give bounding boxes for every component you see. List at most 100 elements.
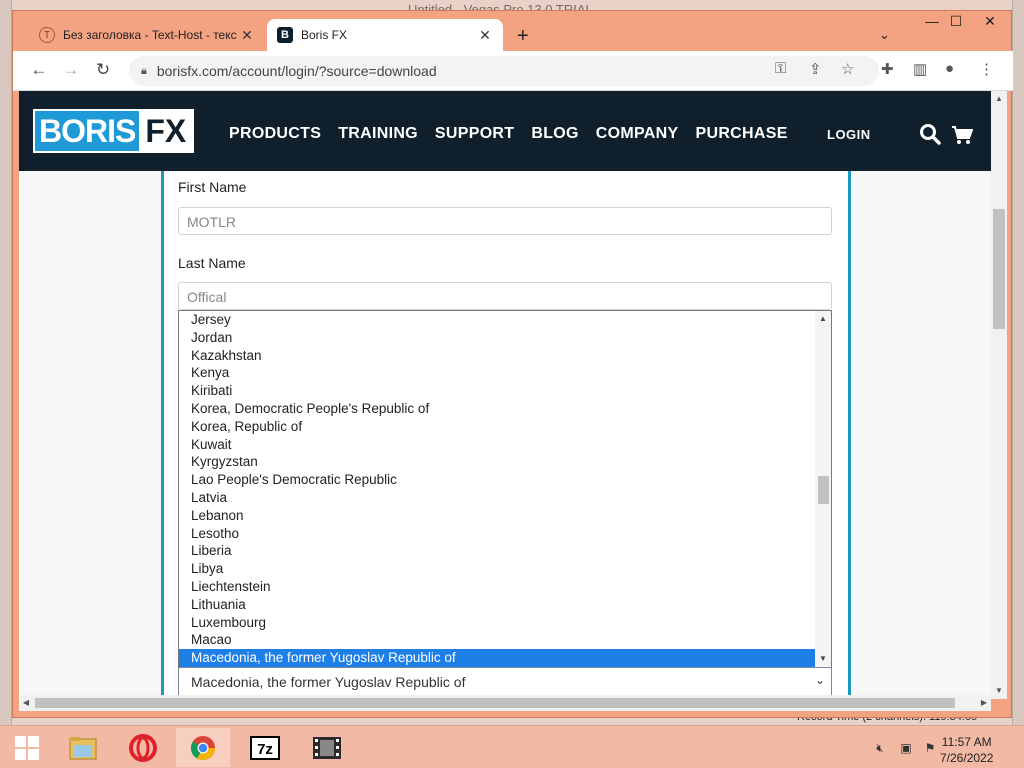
first-name-label: First Name: [178, 179, 247, 195]
reload-icon[interactable]: ↻: [91, 60, 115, 82]
last-name-label: Last Name: [178, 255, 246, 271]
side-panel-icon[interactable]: ▥: [913, 60, 927, 78]
cart-icon[interactable]: [951, 125, 973, 145]
address-bar[interactable]: 🔒︎ borisfx.com/account/login/?source=dow…: [129, 56, 879, 86]
country-option[interactable]: Lebanon: [179, 507, 831, 525]
page-horizontal-scrollbar[interactable]: ◀ ▶: [19, 695, 991, 711]
text-host-icon: T: [39, 27, 55, 43]
page-hscroll-thumb[interactable]: [35, 698, 955, 708]
country-option[interactable]: Kenya: [179, 364, 831, 382]
country-option[interactable]: Kyrgyzstan: [179, 453, 831, 471]
start-button[interactable]: [0, 728, 54, 767]
dropdown-scrollbar[interactable]: ▲ ▼: [815, 311, 831, 667]
logo-fx: FX: [139, 111, 193, 151]
background-app-left-panel: [0, 0, 12, 725]
close-window-button[interactable]: ✕: [973, 13, 1007, 35]
country-option[interactable]: Korea, Democratic People's Republic of: [179, 400, 831, 418]
borisfx-icon: B: [277, 27, 293, 43]
clock-date: 7/26/2022: [940, 751, 994, 765]
bookmark-star-icon[interactable]: ☆: [841, 60, 854, 78]
nav-purchase[interactable]: PURCHASE: [696, 125, 788, 143]
tab-strip: T Без заголовка - Text-Host - текс ✕ B B…: [13, 11, 1013, 51]
scroll-up-arrow-icon[interactable]: ▲: [815, 311, 831, 327]
country-options: Jersey Jordan Kazakhstan Kenya Kiribati Korea…: [179, 311, 831, 667]
network-icon[interactable]: ▣: [898, 741, 914, 755]
menu-kebab-icon[interactable]: ⋮: [979, 60, 994, 78]
country-option[interactable]: Kiribati: [179, 382, 831, 400]
login-link[interactable]: LOGIN: [827, 127, 871, 142]
logo-boris: BORIS: [35, 111, 140, 151]
country-select[interactable]: Macedonia, the former Yugoslav Republic …: [178, 667, 832, 697]
system-clock[interactable]: 11:57 AM 7/26/2022: [940, 734, 993, 766]
first-name-field[interactable]: MOTLR: [178, 207, 832, 235]
site-header: BORIS FX PRODUCTS TRAINING SUPPORT BLOG …: [19, 91, 991, 171]
taskbar: 7z 🔇︎ ▣ ⚑ 11:57 AM 7/26/2022: [0, 725, 1024, 768]
scroll-up-arrow-icon[interactable]: ▲: [991, 91, 1007, 107]
forward-arrow-icon[interactable]: →: [59, 60, 83, 82]
background-app-right-panel: [1012, 0, 1024, 725]
share-icon[interactable]: ⇪: [809, 60, 822, 78]
7zip-icon: 7z: [250, 735, 280, 760]
scroll-down-arrow-icon[interactable]: ▼: [991, 683, 1007, 699]
search-icon[interactable]: [919, 123, 941, 145]
country-option[interactable]: Macedonia, the former Yugoslav Republic …: [179, 649, 831, 667]
dropdown-scroll-thumb[interactable]: [818, 476, 829, 504]
nav-products[interactable]: PRODUCTS: [229, 125, 321, 143]
chrome-icon: [191, 735, 215, 760]
country-option[interactable]: Lithuania: [179, 596, 831, 614]
country-option[interactable]: Kazakhstan: [179, 347, 831, 365]
country-option[interactable]: Libya: [179, 560, 831, 578]
site-nav: PRODUCTS TRAINING SUPPORT BLOG COMPANY P…: [229, 125, 805, 143]
country-dropdown-list[interactable]: Jersey Jordan Kazakhstan Kenya Kiribati Korea…: [178, 310, 832, 668]
chevron-down-icon: ⌄: [814, 673, 825, 687]
country-option[interactable]: Lao People's Democratic Republic: [179, 471, 831, 489]
browser-window: T Без заголовка - Text-Host - текс ✕ B B…: [12, 10, 1013, 718]
opera-button[interactable]: [116, 728, 170, 767]
nav-blog[interactable]: BLOG: [531, 125, 578, 143]
nav-training[interactable]: TRAINING: [338, 125, 418, 143]
page-scroll-thumb[interactable]: [993, 209, 1005, 329]
country-option[interactable]: Liechtenstein: [179, 578, 831, 596]
new-tab-button[interactable]: +: [517, 25, 529, 48]
country-option[interactable]: Korea, Republic of: [179, 418, 831, 436]
borisfx-logo[interactable]: BORIS FX: [33, 109, 195, 153]
scroll-down-arrow-icon[interactable]: ▼: [815, 651, 831, 667]
key-icon[interactable]: ⚿: [775, 60, 786, 77]
scroll-left-arrow-icon[interactable]: ◀: [19, 695, 33, 711]
7zip-button[interactable]: 7z: [238, 728, 292, 767]
back-arrow-icon[interactable]: ←: [27, 60, 51, 82]
country-option[interactable]: Latvia: [179, 489, 831, 507]
browser-toolbar: ← → ↻ 🔒︎ borisfx.com/account/login/?sour…: [13, 51, 1013, 91]
country-option[interactable]: Macao: [179, 631, 831, 649]
close-icon[interactable]: ✕: [239, 27, 255, 44]
tab-title: Без заголовка - Text-Host - текс: [63, 28, 237, 42]
lock-icon: 🔒︎: [141, 64, 147, 77]
chrome-button[interactable]: [176, 728, 230, 767]
tab-text-host[interactable]: T Без заголовка - Text-Host - текс ✕: [29, 19, 265, 51]
scroll-right-arrow-icon[interactable]: ▶: [977, 695, 991, 711]
maximize-button[interactable]: ☐: [939, 13, 973, 35]
tab-boris-fx[interactable]: B Boris FX ✕: [267, 19, 503, 51]
country-option[interactable]: Jordan: [179, 329, 831, 347]
country-option[interactable]: Kuwait: [179, 436, 831, 454]
profile-avatar-icon[interactable]: ●: [945, 60, 954, 77]
start-icon: [15, 735, 39, 760]
volume-muted-icon[interactable]: 🔇︎: [872, 741, 888, 755]
close-icon[interactable]: ✕: [477, 27, 493, 44]
last-name-field[interactable]: Offical: [178, 282, 832, 310]
tab-search-chevron-icon[interactable]: ⌄: [879, 27, 890, 43]
vegas-icon: [313, 736, 341, 759]
extensions-puzzle-icon[interactable]: ✚: [881, 60, 894, 78]
country-option[interactable]: Liberia: [179, 542, 831, 560]
country-option[interactable]: Jersey: [179, 311, 831, 329]
country-option[interactable]: Luxembourg: [179, 614, 831, 632]
file-explorer-button[interactable]: [56, 728, 110, 767]
vegas-button[interactable]: [300, 728, 354, 767]
country-option[interactable]: Lesotho: [179, 525, 831, 543]
url-text: borisfx.com/account/login/?source=downlo…: [156, 63, 437, 79]
tab-title: Boris FX: [301, 28, 348, 42]
nav-support[interactable]: SUPPORT: [435, 125, 514, 143]
page-vertical-scrollbar[interactable]: ▲ ▼: [991, 91, 1007, 699]
action-center-icon[interactable]: ⚑: [922, 741, 938, 755]
nav-company[interactable]: COMPANY: [596, 125, 679, 143]
